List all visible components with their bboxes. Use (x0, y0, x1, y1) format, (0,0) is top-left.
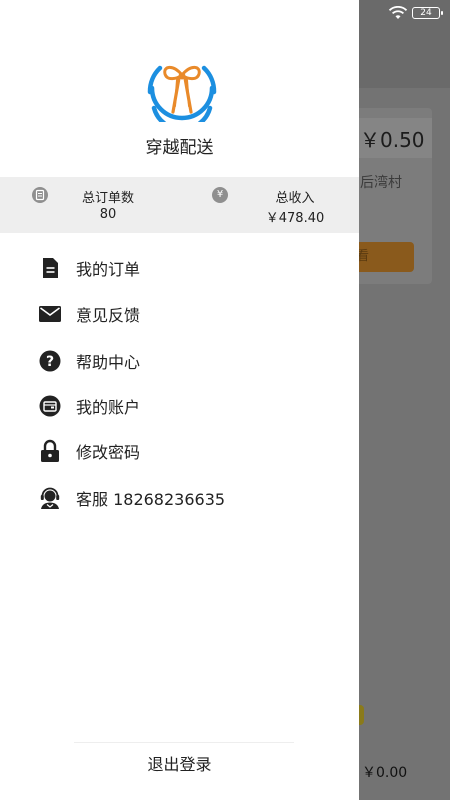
menu-label: 修改密码 (76, 443, 141, 462)
background-bottom-price: ￥0.00 (362, 765, 408, 781)
background-place: 后湾村 (360, 175, 402, 191)
menu-item-customer-service[interactable]: 客服 18268236635 (0, 476, 359, 520)
help-icon: ? (38, 349, 62, 373)
logout-button[interactable]: 退出登录 (0, 752, 359, 778)
lock-icon (38, 439, 62, 463)
battery-icon: 24 (412, 7, 443, 19)
menu-item-help-center[interactable]: ? 帮助中心 (0, 339, 359, 383)
menu-label: 我的订单 (76, 260, 141, 279)
total-orders-value: 80 (99, 207, 117, 222)
logout-divider (74, 742, 294, 743)
menu-item-feedback[interactable]: 意见反馈 (0, 292, 359, 336)
customer-service-icon (38, 486, 62, 510)
bow-ribbon-logo (147, 65, 217, 122)
battery-level: 24 (420, 8, 432, 18)
navigation-drawer: 穿越配送 总订单数 80 ¥ 总收入 ￥478.40 我的订单 意见反馈 ? 帮… (0, 0, 359, 800)
order-list-icon (38, 256, 62, 280)
total-orders-label: 总订单数 (81, 191, 134, 206)
total-income-label: 总收入 (275, 191, 315, 206)
document-icon (32, 187, 48, 203)
svg-text:?: ? (46, 354, 54, 370)
menu-item-my-orders[interactable]: 我的订单 (0, 246, 359, 290)
background-price: ￥0.50 (360, 128, 425, 152)
menu-label: 客服 18268236635 (76, 490, 226, 509)
mail-icon (38, 302, 62, 326)
menu-item-my-account[interactable]: 我的账户 (0, 384, 359, 428)
stats-panel: 总订单数 80 ¥ 总收入 ￥478.40 (0, 177, 359, 233)
wifi-icon (388, 6, 408, 19)
menu-item-change-password[interactable]: 修改密码 (0, 429, 359, 473)
menu-label: 帮助中心 (76, 353, 141, 372)
menu-label: 意见反馈 (76, 306, 141, 325)
wallet-icon (38, 394, 62, 418)
yen-icon: ¥ (212, 187, 228, 203)
status-bar: 24 (388, 4, 443, 22)
background-action-button: 看 (352, 242, 414, 272)
menu-label: 我的账户 (76, 398, 141, 417)
app-name: 穿越配送 (145, 138, 214, 158)
total-income-value: ￥478.40 (265, 211, 325, 226)
